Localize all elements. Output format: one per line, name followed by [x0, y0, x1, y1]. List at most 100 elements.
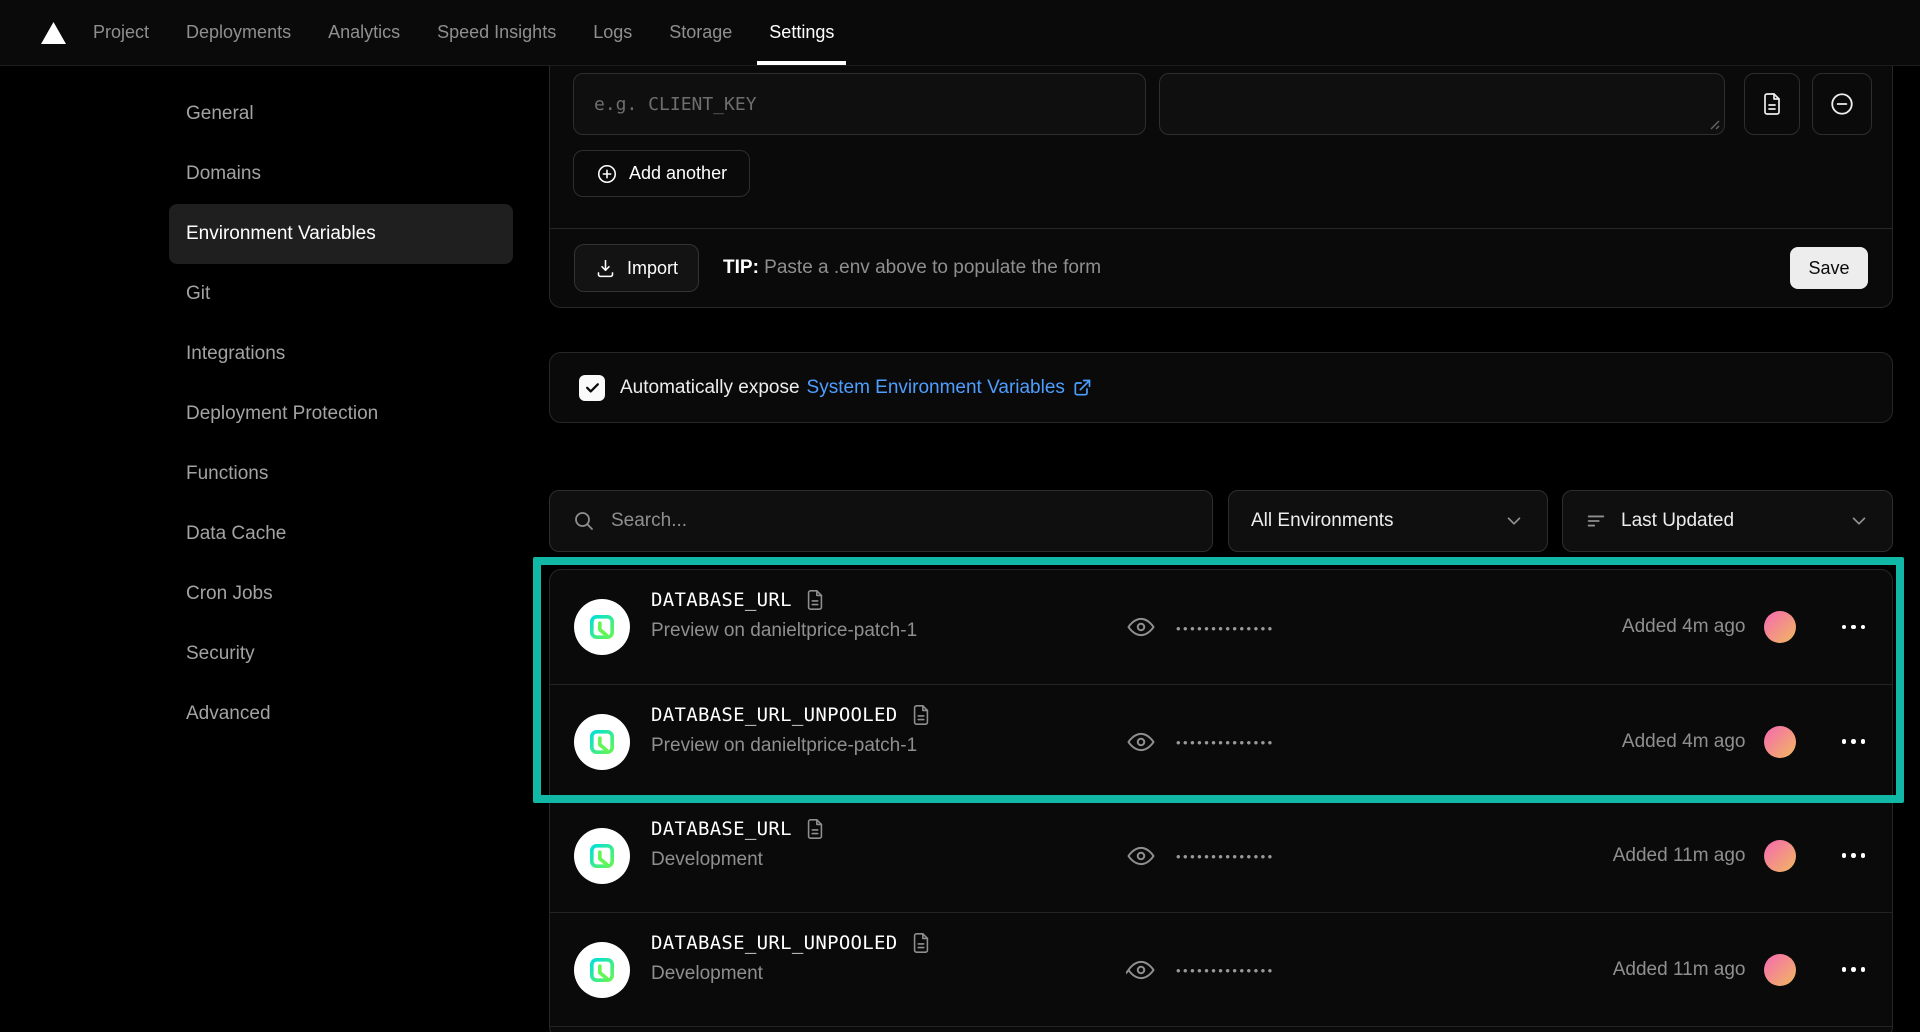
sort-lines-icon	[1585, 510, 1607, 532]
paste-env-file-button[interactable]	[1744, 73, 1800, 135]
search-icon	[572, 509, 596, 533]
env-var-row: DATABASE_URL Development •••••••••••••• …	[550, 798, 1892, 912]
sidebar-item-environment-variables[interactable]: Environment Variables	[169, 204, 513, 264]
env-var-target: Development	[651, 849, 826, 871]
env-var-names: DATABASE_URL Preview on danieltprice-pat…	[651, 589, 917, 642]
plus-circle-icon	[596, 163, 618, 185]
system-env-variables-link[interactable]: System Environment Variables	[807, 377, 1092, 399]
vercel-logo-icon[interactable]	[40, 21, 67, 45]
env-var-meta: Added 4m ago	[1622, 570, 1865, 684]
env-var-name: DATABASE_URL_UNPOOLED	[651, 704, 898, 726]
env-var-row: DATABASE_URL_UNPOOLED Preview on danielt…	[550, 684, 1892, 798]
masked-value: ••••••••••••••	[1176, 619, 1275, 636]
env-var-meta: Added 11m ago	[1613, 913, 1865, 1026]
env-var-target: Preview on danieltprice-patch-1	[651, 735, 932, 757]
sidebar-item-security[interactable]: Security	[169, 624, 513, 684]
row-menu-button[interactable]	[1842, 739, 1866, 744]
env-var-value: ••••••••••••••	[1126, 570, 1275, 684]
row-menu-button[interactable]	[1842, 625, 1866, 630]
masked-value: ••••••••••••••	[1176, 733, 1275, 750]
env-var-target: Development	[651, 963, 932, 985]
row-menu-button[interactable]	[1842, 853, 1866, 858]
masked-value: ••••••••••••••	[1176, 961, 1275, 978]
env-var-name: DATABASE_URL_UNPOOLED	[651, 932, 898, 954]
env-value-textarea[interactable]	[1159, 73, 1725, 135]
sidebar-item-domains[interactable]: Domains	[169, 144, 513, 204]
masked-value: ••••••••••••••	[1176, 847, 1275, 864]
expose-system-env-card: Automatically expose System Environment …	[549, 352, 1893, 423]
sort-filter-value: Last Updated	[1621, 510, 1734, 532]
external-link-icon	[1072, 378, 1092, 398]
tab-project[interactable]: Project	[93, 0, 149, 65]
minus-circle-icon	[1829, 91, 1855, 117]
sidebar-item-data-cache[interactable]: Data Cache	[169, 504, 513, 564]
expose-label: Automatically expose	[620, 377, 800, 399]
copy-value-icon[interactable]	[910, 932, 932, 954]
user-avatar[interactable]	[1764, 611, 1796, 643]
sidebar-item-cron-jobs[interactable]: Cron Jobs	[169, 564, 513, 624]
sidebar-item-git[interactable]: Git	[169, 264, 513, 324]
user-avatar[interactable]	[1764, 954, 1796, 986]
search-input[interactable]	[611, 510, 1190, 532]
next-row-partial	[550, 1026, 1892, 1032]
environment-filter-value: All Environments	[1251, 510, 1394, 532]
expose-checkbox[interactable]	[579, 375, 605, 401]
import-download-icon	[595, 258, 616, 279]
sidebar-item-integrations[interactable]: Integrations	[169, 324, 513, 384]
env-var-meta: Added 4m ago	[1622, 685, 1865, 798]
user-avatar[interactable]	[1764, 840, 1796, 872]
env-var-row: DATABASE_URL Preview on danieltprice-pat…	[550, 570, 1892, 684]
import-button[interactable]: Import	[574, 244, 699, 292]
settings-sidebar: General Domains Environment Variables Gi…	[0, 66, 527, 1032]
env-vars-table: DATABASE_URL Preview on danieltprice-pat…	[549, 569, 1893, 1032]
env-var-names: DATABASE_URL Development	[651, 818, 826, 871]
chevron-down-icon	[1848, 510, 1870, 532]
system-env-variables-link-label: System Environment Variables	[807, 377, 1065, 399]
sort-filter-select[interactable]: Last Updated	[1562, 490, 1893, 552]
copy-value-icon[interactable]	[910, 704, 932, 726]
save-button[interactable]: Save	[1790, 247, 1868, 289]
tab-deployments[interactable]: Deployments	[186, 0, 291, 65]
neon-integration-icon	[574, 714, 630, 770]
form-footer: Import TIP: Paste a .env above to popula…	[550, 228, 1892, 307]
env-key-input[interactable]	[573, 73, 1146, 135]
env-var-row: DATABASE_URL_UNPOOLED Development ••••••…	[550, 912, 1892, 1026]
tab-storage[interactable]: Storage	[669, 0, 732, 65]
settings-sidebar-list: General Domains Environment Variables Gi…	[169, 84, 513, 744]
reveal-eye-icon[interactable]	[1126, 955, 1156, 985]
tip-text: TIP: Paste a .env above to populate the …	[723, 257, 1101, 279]
remove-row-button[interactable]	[1812, 73, 1872, 135]
sidebar-item-advanced[interactable]: Advanced	[169, 684, 513, 744]
neon-integration-icon	[574, 599, 630, 655]
neon-integration-icon	[574, 828, 630, 884]
file-text-icon	[1760, 92, 1784, 116]
environment-filter-select[interactable]: All Environments	[1228, 490, 1548, 552]
sidebar-item-deployment-protection[interactable]: Deployment Protection	[169, 384, 513, 444]
tab-analytics[interactable]: Analytics	[328, 0, 400, 65]
env-var-names: DATABASE_URL_UNPOOLED Development	[651, 932, 932, 985]
reveal-eye-icon[interactable]	[1126, 841, 1156, 871]
added-timestamp: Added 11m ago	[1613, 845, 1746, 867]
env-var-form-card: Add another Import TIP: Paste a .env abo…	[549, 66, 1893, 308]
import-label: Import	[627, 258, 678, 279]
top-nav: Project Deployments Analytics Speed Insi…	[0, 0, 1920, 66]
copy-value-icon[interactable]	[804, 818, 826, 840]
reveal-eye-icon[interactable]	[1126, 727, 1156, 757]
check-icon	[584, 379, 601, 396]
env-var-meta: Added 11m ago	[1613, 799, 1865, 912]
row-menu-button[interactable]	[1842, 967, 1866, 972]
user-avatar[interactable]	[1764, 726, 1796, 758]
tab-logs[interactable]: Logs	[593, 0, 632, 65]
sidebar-item-general[interactable]: General	[169, 84, 513, 144]
added-timestamp: Added 4m ago	[1622, 731, 1746, 753]
tab-settings[interactable]: Settings	[769, 0, 834, 65]
search-box	[549, 490, 1213, 552]
add-another-button[interactable]: Add another	[573, 150, 750, 197]
copy-value-icon[interactable]	[804, 589, 826, 611]
neon-integration-icon	[574, 942, 630, 998]
reveal-eye-icon[interactable]	[1126, 612, 1156, 642]
added-timestamp: Added 4m ago	[1622, 616, 1746, 638]
tab-speed-insights[interactable]: Speed Insights	[437, 0, 556, 65]
sidebar-item-functions[interactable]: Functions	[169, 444, 513, 504]
env-var-value: ••••••••••••••	[1126, 913, 1275, 1026]
